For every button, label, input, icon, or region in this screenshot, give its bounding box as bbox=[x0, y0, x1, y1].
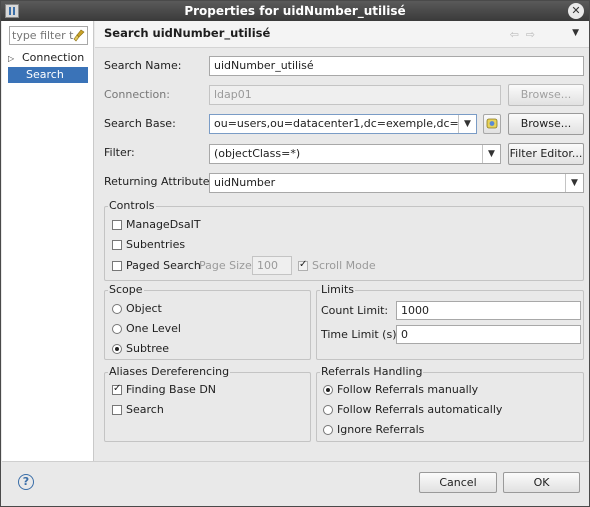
clear-filter-icon[interactable] bbox=[73, 29, 85, 42]
count-limit-label: Count Limit: bbox=[321, 304, 389, 317]
paged-search-checkbox[interactable] bbox=[112, 261, 122, 271]
connection-field: ldap01 bbox=[209, 85, 501, 105]
referrals-manual-label: Follow Referrals manually bbox=[337, 383, 479, 396]
cancel-button[interactable]: Cancel bbox=[419, 472, 497, 493]
returning-attributes-value: uidNumber bbox=[214, 176, 276, 189]
scroll-mode-checkbox bbox=[298, 259, 308, 271]
manage-dsait-checkbox[interactable] bbox=[112, 220, 122, 230]
finding-base-dn-checkbox[interactable] bbox=[112, 383, 122, 395]
search-name-label: Search Name: bbox=[104, 59, 182, 72]
connection-browse-button: Browse... bbox=[508, 84, 584, 106]
sidebar-item-label: Connection bbox=[22, 51, 85, 64]
sidebar-item-search[interactable]: Search bbox=[8, 67, 88, 83]
chevron-down-icon[interactable]: ▼ bbox=[482, 145, 500, 163]
connection-label: Connection: bbox=[104, 88, 170, 101]
ok-button[interactable]: OK bbox=[503, 472, 580, 493]
help-icon[interactable]: ? bbox=[18, 474, 34, 490]
search-base-history-button[interactable] bbox=[483, 114, 501, 134]
scope-group: Scope Object One Level Subtree bbox=[104, 284, 311, 360]
scope-object-label: Object bbox=[126, 302, 162, 315]
scope-subtree-radio[interactable] bbox=[112, 344, 122, 354]
referrals-title: Referrals Handling bbox=[320, 365, 424, 378]
dialog-footer: ? Cancel OK bbox=[2, 461, 589, 506]
filter-box[interactable] bbox=[9, 26, 88, 45]
referrals-automatic-label: Follow Referrals automatically bbox=[337, 403, 503, 416]
filter-value: (objectClass=*) bbox=[214, 147, 301, 160]
returning-attributes-label: Returning Attributes: bbox=[104, 175, 220, 188]
scope-subtree-label: Subtree bbox=[126, 342, 170, 355]
limits-title: Limits bbox=[320, 283, 355, 296]
search-name-field[interactable]: uidNumber_utilisé bbox=[209, 56, 584, 76]
returning-attributes-combo[interactable]: uidNumber ▼ bbox=[209, 173, 584, 193]
alias-search-label: Search bbox=[126, 403, 164, 416]
app-icon bbox=[5, 4, 19, 18]
scope-one-level-radio[interactable] bbox=[112, 324, 122, 334]
search-base-label: Search Base: bbox=[104, 117, 176, 130]
subentries-checkbox[interactable] bbox=[112, 240, 122, 250]
filter-combo[interactable]: (objectClass=*) ▼ bbox=[209, 144, 501, 164]
view-menu-icon[interactable]: ▼ bbox=[572, 28, 579, 38]
finding-base-dn-label: Finding Base DN bbox=[126, 383, 217, 396]
title-bar: Properties for uidNumber_utilisé ✕ bbox=[1, 1, 589, 21]
close-icon[interactable]: ✕ bbox=[568, 3, 584, 19]
controls-title: Controls bbox=[108, 199, 156, 212]
sidebar-item-label: Search bbox=[26, 68, 64, 81]
scope-title: Scope bbox=[108, 283, 144, 296]
chevron-down-icon[interactable]: ▼ bbox=[565, 174, 583, 192]
search-base-combo[interactable]: ou=users,ou=datacenter1,dc=exemple,dc=co… bbox=[209, 114, 477, 134]
main-panel: Search uidNumber_utilisé ⇦ ⇨ ▼ Search Na… bbox=[95, 21, 589, 461]
back-arrow-icon[interactable]: ⇦ bbox=[510, 28, 519, 41]
aliases-group: Aliases Dereferencing Finding Base DN Se… bbox=[104, 366, 311, 442]
chevron-down-icon[interactable]: ▼ bbox=[458, 115, 476, 133]
controls-group: Controls ManageDsaIT Subentries Paged Se… bbox=[104, 200, 584, 281]
page-title: Search uidNumber_utilisé bbox=[104, 26, 271, 40]
scope-one-level-label: One Level bbox=[126, 322, 181, 335]
history-icon bbox=[486, 118, 498, 129]
paged-search-label: Paged Search bbox=[126, 259, 201, 272]
expand-arrow-icon[interactable]: ▷ bbox=[8, 51, 22, 67]
filter-editor-button[interactable]: Filter Editor... bbox=[508, 143, 584, 165]
scope-object-radio[interactable] bbox=[112, 304, 122, 314]
referrals-group: Referrals Handling Follow Referrals manu… bbox=[316, 366, 584, 442]
referrals-ignore-radio[interactable] bbox=[323, 425, 333, 435]
time-limit-label: Time Limit (s): bbox=[321, 328, 401, 341]
scroll-mode-label: Scroll Mode bbox=[312, 259, 376, 272]
manage-dsait-label: ManageDsaIT bbox=[126, 218, 201, 231]
filter-input[interactable] bbox=[12, 28, 74, 43]
window-title: Properties for uidNumber_utilisé bbox=[184, 4, 406, 18]
alias-search-checkbox[interactable] bbox=[112, 405, 122, 415]
filter-label: Filter: bbox=[104, 146, 135, 159]
search-base-browse-button[interactable]: Browse... bbox=[508, 113, 584, 135]
properties-dialog: Properties for uidNumber_utilisé ✕ ▷Conn… bbox=[0, 0, 590, 507]
count-limit-field[interactable]: 1000 bbox=[396, 301, 581, 320]
limits-group: Limits Count Limit: 1000 Time Limit (s):… bbox=[316, 284, 584, 360]
forward-arrow-icon[interactable]: ⇨ bbox=[526, 28, 535, 41]
sidebar: ▷Connection Search bbox=[2, 21, 94, 461]
page-size-field: 100 bbox=[252, 256, 292, 275]
referrals-ignore-label: Ignore Referrals bbox=[337, 423, 425, 436]
page-header: Search uidNumber_utilisé ⇦ ⇨ ▼ bbox=[95, 21, 589, 48]
referrals-automatic-radio[interactable] bbox=[323, 405, 333, 415]
aliases-title: Aliases Dereferencing bbox=[108, 365, 231, 378]
search-base-value: ou=users,ou=datacenter1,dc=exemple,dc=co… bbox=[214, 117, 477, 130]
time-limit-field[interactable]: 0 bbox=[396, 325, 581, 344]
sidebar-item-connection[interactable]: ▷ Connection bbox=[8, 50, 88, 66]
page-size-label: Page Size: bbox=[199, 259, 256, 272]
subentries-label: Subentries bbox=[126, 238, 186, 251]
referrals-manual-radio[interactable] bbox=[323, 385, 333, 395]
